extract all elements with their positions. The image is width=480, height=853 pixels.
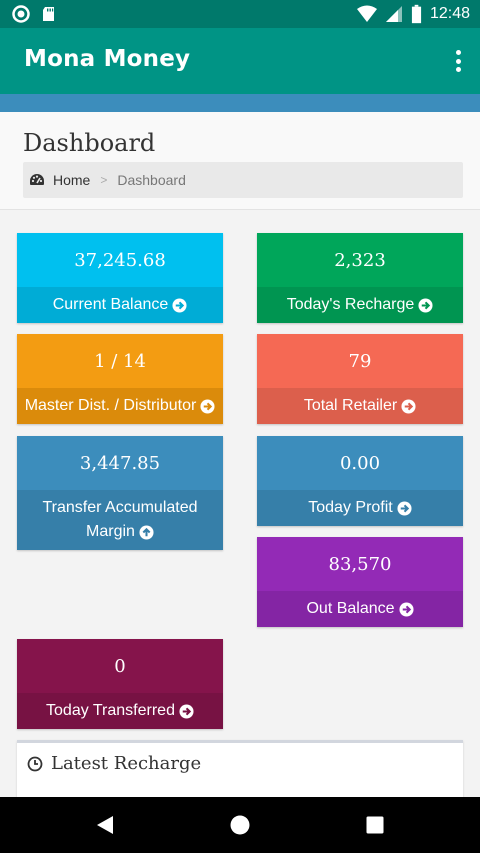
wifi-icon bbox=[356, 5, 377, 22]
arrow-circle-up-icon bbox=[139, 524, 154, 540]
total-retailer-value: 79 bbox=[348, 350, 372, 372]
content-header: Dashboard Home > Dashboard bbox=[0, 112, 480, 210]
current-balance-card[interactable]: 37,245.68 Current Balance bbox=[17, 233, 223, 323]
total-retailer-label: Total Retailer bbox=[303, 397, 398, 414]
master-distributor-footer[interactable]: Master Dist. / Distributor bbox=[17, 388, 223, 424]
out-balance-value: 83,570 bbox=[328, 553, 392, 575]
back-icon[interactable] bbox=[93, 813, 117, 837]
master-distributor-card[interactable]: 1 / 14 Master Dist. / Distributor bbox=[17, 334, 223, 424]
todays-recharge-value: 2,323 bbox=[334, 249, 386, 271]
master-distributor-label: Master Dist. / Distributor bbox=[24, 397, 197, 414]
arrow-circle-right-icon bbox=[172, 297, 187, 313]
arrow-circle-right-icon bbox=[397, 500, 412, 516]
status-bar: 12:48 bbox=[0, 0, 480, 28]
arrow-circle-right-icon bbox=[200, 398, 215, 414]
latest-recharge-title: Latest Recharge bbox=[51, 753, 202, 774]
arrow-circle-right-icon bbox=[399, 601, 414, 617]
today-transferred-label: Today Transferred bbox=[46, 702, 175, 719]
transfer-margin-label-line2: Margin bbox=[86, 523, 135, 540]
today-profit-value: 0.00 bbox=[339, 452, 381, 474]
app-bar: Mona Money bbox=[0, 28, 480, 94]
arrow-circle-right-icon bbox=[418, 297, 433, 313]
breadcrumb-separator: > bbox=[100, 173, 108, 187]
transfer-margin-card[interactable]: 3,447.85 Transfer Accumulated Margin bbox=[17, 436, 223, 550]
current-balance-value: 37,245.68 bbox=[74, 249, 166, 271]
transfer-margin-value: 3,447.85 bbox=[79, 452, 161, 474]
breadcrumb-home-label: Home bbox=[53, 172, 91, 188]
today-profit-footer[interactable]: Today Profit bbox=[257, 490, 463, 526]
current-balance-label: Current Balance bbox=[52, 296, 169, 313]
breadcrumb: Home > Dashboard bbox=[23, 162, 463, 198]
system-nav-bar bbox=[0, 797, 480, 853]
dashboard-gauge-icon bbox=[30, 174, 44, 185]
sd-card-icon bbox=[43, 7, 54, 21]
today-transferred-card[interactable]: 0 Today Transferred bbox=[17, 639, 223, 729]
master-distributor-value: 1 / 14 bbox=[94, 350, 146, 372]
todays-recharge-footer[interactable]: Today's Recharge bbox=[257, 287, 463, 323]
today-transferred-footer[interactable]: Today Transferred bbox=[17, 693, 223, 729]
battery-icon bbox=[411, 4, 422, 24]
out-balance-footer[interactable]: Out Balance bbox=[257, 591, 463, 627]
overflow-menu-icon[interactable] bbox=[454, 50, 462, 72]
circle-notification-icon bbox=[12, 5, 30, 23]
header-strip bbox=[0, 94, 480, 112]
status-time: 12:48 bbox=[429, 5, 470, 22]
out-balance-card[interactable]: 83,570 Out Balance bbox=[257, 537, 463, 627]
breadcrumb-home-link[interactable]: Home bbox=[29, 172, 90, 188]
current-balance-footer[interactable]: Current Balance bbox=[17, 287, 223, 323]
breadcrumb-current: Dashboard bbox=[117, 172, 186, 188]
transfer-margin-label-line1: Transfer Accumulated bbox=[42, 499, 198, 516]
app-title: Mona Money bbox=[24, 46, 191, 72]
total-retailer-footer[interactable]: Total Retailer bbox=[257, 388, 463, 424]
todays-recharge-label: Today's Recharge bbox=[286, 296, 415, 313]
latest-recharge-header: Latest Recharge bbox=[27, 753, 201, 774]
page-title: Dashboard bbox=[23, 129, 156, 157]
arrow-circle-right-icon bbox=[179, 703, 194, 719]
todays-recharge-card[interactable]: 2,323 Today's Recharge bbox=[257, 233, 463, 323]
out-balance-label: Out Balance bbox=[306, 600, 395, 617]
today-profit-card[interactable]: 0.00 Today Profit bbox=[257, 436, 463, 526]
total-retailer-card[interactable]: 79 Total Retailer bbox=[257, 334, 463, 424]
arrow-circle-right-icon bbox=[401, 398, 416, 414]
today-transferred-value: 0 bbox=[114, 655, 126, 677]
home-icon[interactable] bbox=[228, 813, 252, 837]
today-profit-label: Today Profit bbox=[308, 499, 393, 516]
cell-signal-icon bbox=[385, 6, 402, 22]
transfer-margin-footer[interactable]: Transfer Accumulated Margin bbox=[17, 490, 223, 550]
clock-icon bbox=[27, 756, 43, 771]
recents-icon[interactable] bbox=[363, 813, 387, 837]
